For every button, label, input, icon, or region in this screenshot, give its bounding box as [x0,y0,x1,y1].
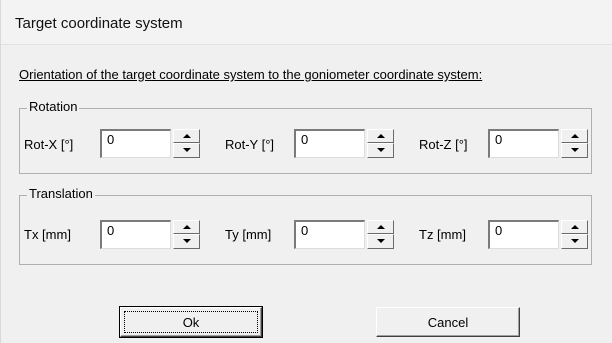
ty-decrement-button[interactable] [367,234,394,249]
rot-y-input[interactable]: 0 [294,129,365,158]
arrow-down-icon [571,148,579,152]
tx-decrement-button[interactable] [173,234,200,249]
translation-legend: Translation [27,186,95,201]
rot-y-increment-button[interactable] [367,129,394,143]
tx-updown [173,220,200,249]
cancel-button[interactable]: Cancel [376,307,520,337]
arrow-down-icon [377,148,385,152]
rot-z-decrement-button[interactable] [561,143,588,158]
arrow-up-icon [377,225,385,229]
arrow-up-icon [571,134,579,138]
tz-label: Tz [mm] [419,227,466,242]
rot-x-decrement-button[interactable] [173,143,200,158]
tz-increment-button[interactable] [561,220,588,234]
dialog-window: Target coordinate system Orientation of … [0,0,612,343]
rot-x-updown [173,129,200,158]
rot-x-label: Rot-X [°] [24,137,74,152]
rot-y-updown [367,129,394,158]
rot-y-decrement-button[interactable] [367,143,394,158]
translation-group: Translation Tx [mm] 0 Ty [mm] 0 Tz [mm] … [19,186,592,265]
rotation-group: Rotation Rot-X [°] 0 Rot-Y [°] 0 Rot-Z [… [19,99,592,174]
arrow-down-icon [183,148,191,152]
title-bar[interactable]: Target coordinate system [1,0,612,45]
arrow-down-icon [377,239,385,243]
rot-x-input[interactable]: 0 [100,129,171,158]
rot-z-updown [561,129,588,158]
rot-z-input[interactable]: 0 [488,129,559,158]
rot-z-label: Rot-Z [°] [419,137,468,152]
arrow-up-icon [571,225,579,229]
rot-z-increment-button[interactable] [561,129,588,143]
ty-increment-button[interactable] [367,220,394,234]
tx-label: Tx [mm] [24,227,71,242]
arrow-down-icon [183,239,191,243]
tx-input[interactable]: 0 [100,220,171,249]
rotation-legend: Rotation [27,99,80,114]
ty-label: Ty [mm] [225,227,272,242]
ty-updown [367,220,394,249]
arrow-up-icon [183,225,191,229]
orientation-heading: Orientation of the target coordinate sys… [19,67,483,82]
tz-decrement-button[interactable] [561,234,588,249]
tz-input[interactable]: 0 [488,220,559,249]
ok-button[interactable]: Ok [119,306,263,338]
ok-button-label: Ok [182,315,200,330]
tz-updown [561,220,588,249]
ty-input[interactable]: 0 [294,220,365,249]
tx-increment-button[interactable] [173,220,200,234]
window-title: Target coordinate system [15,15,183,32]
cancel-button-label: Cancel [427,315,469,330]
rot-x-increment-button[interactable] [173,129,200,143]
arrow-up-icon [183,134,191,138]
arrow-up-icon [377,134,385,138]
arrow-down-icon [571,239,579,243]
rot-y-label: Rot-Y [°] [225,137,275,152]
